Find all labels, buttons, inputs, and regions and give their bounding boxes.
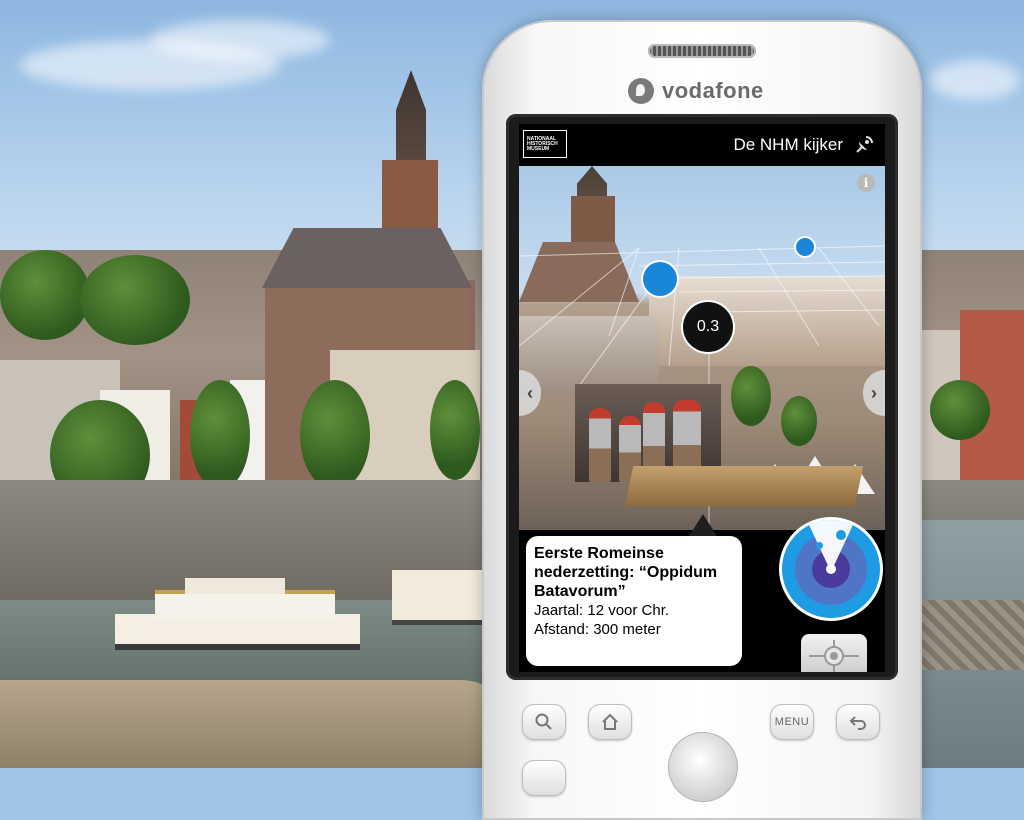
radar-center-dot	[826, 564, 836, 574]
nhm-logo-text: NATIONAAL HISTORISCH MUSEUM	[527, 135, 558, 152]
radar-poi-dot	[836, 530, 846, 540]
tree	[80, 255, 190, 345]
call-hw-button[interactable]	[522, 760, 566, 796]
church-roof	[262, 228, 472, 288]
info-icon[interactable]: i	[857, 174, 875, 192]
soldier-figure	[589, 408, 611, 482]
popup-distance: Afstand: 300 meter	[534, 621, 661, 638]
satellite-icon[interactable]	[853, 134, 875, 156]
tree	[0, 250, 90, 340]
cloud	[150, 20, 330, 60]
popup-pointer	[689, 514, 717, 536]
carrier-name: vodafone	[662, 78, 764, 103]
back-icon	[849, 716, 866, 730]
radar-icon[interactable]	[782, 520, 880, 618]
nhm-logo: NATIONAAL HISTORISCH MUSEUM	[523, 130, 567, 158]
crosshair-icon	[809, 640, 859, 672]
radar-poi-dot	[816, 542, 823, 549]
poi-marker-far[interactable]	[796, 238, 814, 256]
calibrate-button[interactable]	[801, 634, 867, 672]
search-hw-button[interactable]	[522, 704, 566, 740]
camera-view[interactable]: i 0.3 ‹ ›	[519, 166, 885, 530]
trackball[interactable]	[668, 732, 738, 802]
poi-info-popup[interactable]: Eerste Romeinse nederzetting: “Oppidum B…	[526, 536, 742, 666]
app-header: NATIONAAL HISTORISCH MUSEUM De NHM kijke…	[519, 124, 885, 166]
tree	[300, 380, 370, 490]
home-hw-button[interactable]	[588, 704, 632, 740]
tree	[190, 380, 250, 490]
cloud	[930, 60, 1020, 100]
popup-title: Eerste Romeinse nederzetting: “Oppidum B…	[534, 545, 718, 600]
menu-hw-button[interactable]: MENU	[770, 704, 814, 740]
search-icon	[535, 713, 552, 730]
phone-device: vodafone NATIONAAL HISTORISCH MUSEUM De …	[482, 20, 922, 820]
tree	[930, 380, 990, 440]
ship	[624, 466, 864, 506]
ferry-boat	[115, 565, 360, 650]
riprap-shore	[920, 600, 1024, 670]
app-title: De NHM kijker	[733, 135, 843, 154]
poi-marker-near[interactable]	[643, 262, 677, 296]
distance-bubble[interactable]: 0.3	[683, 302, 733, 352]
back-hw-button[interactable]	[836, 704, 880, 740]
app-screen: NATIONAAL HISTORISCH MUSEUM De NHM kijke…	[519, 124, 885, 672]
popup-year: Jaartal: 12 voor Chr.	[534, 602, 670, 619]
vodafone-logo-icon	[628, 78, 654, 104]
home-icon	[602, 713, 618, 730]
sandy-shore	[0, 680, 520, 768]
small-boat	[392, 570, 482, 625]
speaker-grille	[648, 44, 756, 58]
tree	[430, 380, 480, 480]
carrier-logo: vodafone	[628, 76, 764, 106]
